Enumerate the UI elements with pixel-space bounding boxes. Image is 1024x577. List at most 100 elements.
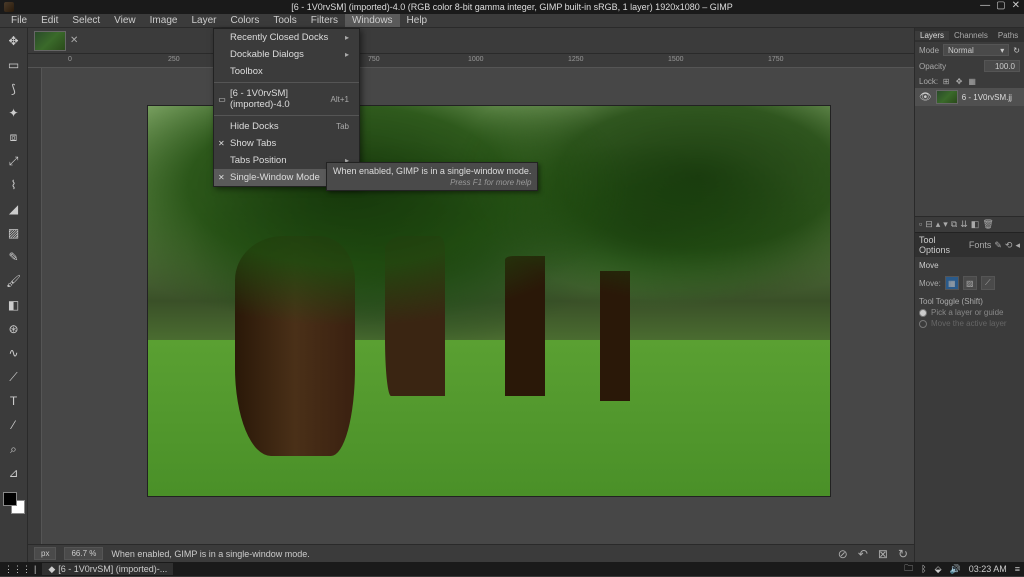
opacity-label: Opacity xyxy=(919,62,946,71)
warp-icon[interactable]: ⌇ xyxy=(5,176,23,194)
brush-tab-icon[interactable]: ✎ xyxy=(994,240,1002,251)
menu-image[interactable]: Image xyxy=(143,14,185,27)
zoom-select[interactable]: 66.7 % xyxy=(64,547,103,560)
ruler-tick: 250 xyxy=(168,56,180,63)
opacity-value[interactable]: 100.0 xyxy=(984,60,1020,72)
radio-pick-layer[interactable]: Pick a layer or guide xyxy=(919,308,1020,317)
tab-channels[interactable]: Channels xyxy=(949,31,993,40)
measure-icon[interactable]: ⊿ xyxy=(5,464,23,482)
menuitem-dockable-dialogs[interactable]: Dockable Dialogs▸ xyxy=(214,46,359,63)
picker-icon[interactable]: ⁄ xyxy=(5,416,23,434)
dup-icon[interactable]: ⧉ xyxy=(951,219,957,230)
text-icon[interactable]: T xyxy=(5,392,23,410)
path-icon[interactable]: ⟋ xyxy=(5,368,23,386)
clone-icon[interactable]: ⊛ xyxy=(5,320,23,338)
fonts-tab[interactable]: Fonts xyxy=(969,240,992,251)
bluetooth-icon[interactable]: ᛒ xyxy=(921,564,926,574)
tooltip-help: Press F1 for more help xyxy=(333,178,531,187)
taskbar-task[interactable]: ◆ [6 - 1V0rvSM] (imported)-... xyxy=(42,563,173,575)
clock[interactable]: 03:23 AM xyxy=(969,564,1007,574)
menu-select[interactable]: Select xyxy=(65,14,107,27)
menu-help[interactable]: Help xyxy=(400,14,435,27)
unit-select[interactable]: px xyxy=(34,547,56,560)
mask-icon[interactable]: ◧ xyxy=(971,219,980,230)
tab-layers[interactable]: Layers xyxy=(915,31,949,40)
menu-layer[interactable]: Layer xyxy=(184,14,223,27)
transform-icon[interactable]: ⤢ xyxy=(5,152,23,170)
layer-item[interactable]: 👁 6 - 1V0rvSM.jj xyxy=(915,88,1024,106)
move-selection-icon[interactable]: ▨ xyxy=(963,276,977,290)
rect-select-icon[interactable]: ▭ xyxy=(5,56,23,74)
network-icon[interactable]: ⬙ xyxy=(935,564,942,575)
move-tool-icon[interactable]: ✥ xyxy=(5,32,23,50)
menu-icon[interactable]: ◂ xyxy=(1015,240,1020,251)
menu-view[interactable]: View xyxy=(107,14,143,27)
tool-options-header: Tool Options Fonts ✎ ⟲ ◂ xyxy=(915,232,1024,257)
menuitem-show-tabs[interactable]: ✕Show Tabs xyxy=(214,135,359,152)
lock-pixels-icon[interactable]: ⊞ xyxy=(941,76,951,86)
layer-name[interactable]: 6 - 1V0rvSM.jj xyxy=(962,93,1012,102)
menu-file[interactable]: File xyxy=(4,14,34,27)
menuitem--6-1v0rvsm-imported-4-0[interactable]: ▭[6 - 1V0rvSM] (imported)-4.0Alt+1 xyxy=(214,85,359,113)
pencil-icon[interactable]: ✎ xyxy=(5,248,23,266)
undo-icon[interactable]: ↶ xyxy=(858,547,868,561)
redo-icon[interactable]: ↻ xyxy=(898,547,908,561)
menuitem-hide-docks[interactable]: Hide DocksTab xyxy=(214,118,359,135)
lasso-icon[interactable]: ⟆ xyxy=(5,80,23,98)
menu-colors[interactable]: Colors xyxy=(223,14,266,27)
horizontal-ruler: 02505007501000125015001750 xyxy=(28,54,914,68)
move-layer-icon[interactable]: ▦ xyxy=(945,276,959,290)
smudge-icon[interactable]: ∿ xyxy=(5,344,23,362)
down-icon[interactable]: ▾ xyxy=(943,219,948,230)
lock-label: Lock: xyxy=(919,77,938,86)
close-icon[interactable]: ✕ xyxy=(1012,0,1020,11)
menu-edit[interactable]: Edit xyxy=(34,14,65,27)
image-tab-thumb[interactable] xyxy=(34,31,66,51)
mode-select[interactable]: Normal▾ xyxy=(943,44,1009,56)
brush-icon[interactable]: 🖌 xyxy=(5,272,23,290)
merge-icon[interactable]: ⇊ xyxy=(960,219,968,230)
menu-filters[interactable]: Filters xyxy=(304,14,345,27)
eraser-icon[interactable]: ◧ xyxy=(5,296,23,314)
bucket-icon[interactable]: ◢ xyxy=(5,200,23,218)
menu-tools[interactable]: Tools xyxy=(266,14,303,27)
maximize-icon[interactable]: ▢ xyxy=(996,0,1005,11)
zoom-icon[interactable]: ⌕ xyxy=(5,440,23,458)
ruler-tick: 1500 xyxy=(668,56,684,63)
up-icon[interactable]: ▴ xyxy=(936,219,941,230)
lock-alpha-icon[interactable]: ▦ xyxy=(967,76,977,86)
menu-windows[interactable]: Windows xyxy=(345,14,400,27)
apps-icon[interactable]: ⋮⋮⋮ xyxy=(4,564,31,575)
menubar: FileEditSelectViewImageLayerColorsToolsF… xyxy=(0,14,1024,28)
mode-reset-icon[interactable]: ↻ xyxy=(1013,46,1020,55)
task-label: [6 - 1V0rvSM] (imported)-... xyxy=(58,564,167,574)
close-tab-icon[interactable]: ✕ xyxy=(70,35,78,46)
layer-buttons: ▫ ⊟ ▴ ▾ ⧉ ⇊ ◧ 🗑 xyxy=(915,216,1024,232)
visibility-icon[interactable]: 👁 xyxy=(919,92,932,103)
minimize-icon[interactable]: — xyxy=(980,0,990,11)
del-layer-icon[interactable]: 🗑 xyxy=(982,219,993,230)
crop-icon[interactable]: ⧈ xyxy=(5,128,23,146)
tab-paths[interactable]: Paths xyxy=(993,31,1023,40)
statusbar: px 66.7 % When enabled, GIMP is in a sin… xyxy=(28,544,914,562)
folder-icon[interactable]: 🗀 xyxy=(904,561,913,577)
canvas-viewport[interactable] xyxy=(42,68,914,544)
panel-tabs: Layers Channels Paths xyxy=(915,28,1024,42)
menuitem-recently-closed-docks[interactable]: Recently Closed Docks▸ xyxy=(214,29,359,46)
status-message: When enabled, GIMP is in a single-window… xyxy=(111,549,309,559)
delete-icon[interactable]: ⊠ xyxy=(878,547,888,561)
move-path-icon[interactable]: ⟋ xyxy=(981,276,995,290)
lock-position-icon[interactable]: ✥ xyxy=(954,76,964,86)
menuitem-toolbox[interactable]: Toolbox xyxy=(214,63,359,80)
cancel-icon[interactable]: ⊘ xyxy=(838,547,848,561)
volume-icon[interactable]: 🔊 xyxy=(949,564,960,575)
radio-move-active[interactable]: Move the active layer xyxy=(919,319,1020,328)
new-layer-icon[interactable]: ▫ xyxy=(919,219,922,230)
gradient-icon[interactable]: ▨ xyxy=(5,224,23,242)
history-tab-icon[interactable]: ⟲ xyxy=(1005,240,1013,251)
group-icon[interactable]: ⊟ xyxy=(925,219,933,230)
color-swatch[interactable] xyxy=(3,492,25,514)
tray-menu-icon[interactable]: ≡ xyxy=(1015,564,1020,574)
tooltip-text: When enabled, GIMP is in a single-window… xyxy=(333,166,531,176)
wand-icon[interactable]: ✦ xyxy=(5,104,23,122)
